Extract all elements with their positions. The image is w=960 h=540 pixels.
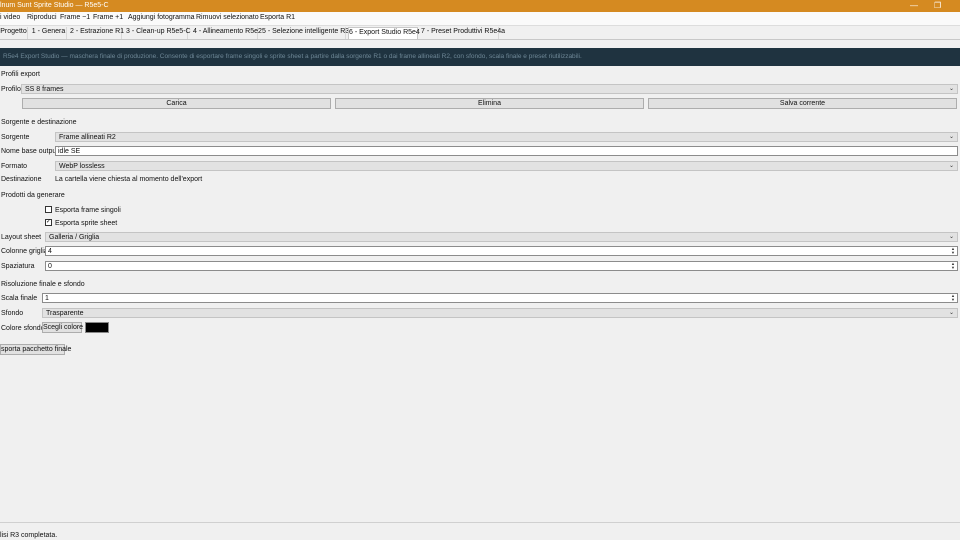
format-label: Formato [1,163,28,170]
choose-color-button[interactable]: Scegli colore [42,322,83,333]
tab-genera[interactable]: 1 - Genera [31,27,67,39]
info-banner: R5e4 Export Studio — maschera finale di … [0,48,960,66]
spin-down-icon[interactable]: ▼ [950,251,956,255]
products-section-title: Prodotti da generare [1,192,65,199]
tab-preset-produttivi[interactable]: 7 - Preset Produttivi R5e4a [421,27,505,39]
format-dropdown[interactable]: WebP lossless ⌄ [55,161,958,171]
single-frames-label[interactable]: Esporta frame singoli [55,207,121,214]
spin-arrows-icon[interactable]: ▲ ▼ [950,247,956,255]
single-frames-checkbox[interactable] [45,206,52,213]
spacing-spinbox[interactable]: 0 ▲ ▼ [45,261,958,271]
export-package-button[interactable]: sporta pacchetto finale [0,344,71,355]
toolbar: i video Riproduci Frame −1 Frame +1 Aggi… [0,12,960,26]
status-text: lisi R3 completata. [0,532,58,539]
chevron-down-icon: ⌄ [948,86,954,92]
basename-input-value: idle SE [58,148,81,155]
scale-spinbox[interactable]: 1 ▲ ▼ [42,293,958,303]
source-section-title: Sorgente e destinazione [1,119,77,126]
layout-dropdown-value: Galleria / Griglia [49,234,100,241]
sprite-sheet-checkbox[interactable]: ✓ [45,219,52,226]
scale-label: Scala finale [1,295,38,302]
toolbar-add-frame-button[interactable]: Aggiungi fotogramma [128,14,195,21]
toolbar-video-button[interactable]: i video [0,14,20,21]
columns-value: 4 [48,248,52,255]
tab-selezione-intelligente[interactable]: 5 - Selezione intelligente R3 [262,27,349,39]
maximize-icon[interactable]: ❐ [934,1,941,10]
load-profile-button[interactable]: Carica [22,98,331,109]
minimize-icon[interactable]: — [910,1,918,10]
profiles-section-title: Profili export [1,71,40,78]
source-dropdown[interactable]: Frame allineati R2 ⌄ [55,132,958,142]
tab-progetto[interactable]: Progetto [0,27,28,39]
tab-allineamento[interactable]: 4 - Allineamento R5e2 [193,27,262,39]
tab-estrazione[interactable]: 2 - Estrazione R1 [70,27,124,39]
toolbar-play-button[interactable]: Riproduci [27,14,57,21]
tab-clean-up[interactable]: 3 - Clean-up R5e5-C [126,27,191,39]
layout-dropdown[interactable]: Galleria / Griglia ⌄ [45,232,958,242]
toolbar-next-frame-button[interactable]: Frame +1 [93,14,123,21]
info-banner-text: R5e4 Export Studio — maschera finale di … [3,53,582,60]
layout-label: Layout sheet [1,234,42,241]
toolbar-export-button[interactable]: Esporta R1 [260,14,295,21]
background-dropdown-value: Trasparente [46,310,84,317]
source-label: Sorgente [1,134,30,141]
tab-export-studio[interactable]: 6 - Export Studio R5e4 [348,27,420,39]
tab-bar: Progetto 1 - Genera 2 - Estrazione R1 3 … [0,26,960,39]
format-dropdown-value: WebP lossless [59,163,105,170]
title-bar: lnum Sunt Sprite Studio — R5e5-C — ❐ [0,0,960,12]
toolbar-prev-frame-button[interactable]: Frame −1 [60,14,90,21]
background-label: Sfondo [1,310,24,317]
bg-color-swatch[interactable] [85,322,109,333]
basename-label: Nome base output [1,148,59,155]
bg-color-label: Colore sfondo [1,325,45,332]
sprite-sheet-label[interactable]: Esporta sprite sheet [55,220,117,227]
background-dropdown[interactable]: Trasparente ⌄ [42,308,958,318]
tab-content [0,39,960,522]
spin-arrows-icon[interactable]: ▲ ▼ [950,262,956,270]
spin-arrows-icon[interactable]: ▲ ▼ [950,294,956,302]
delete-profile-button[interactable]: Elimina [335,98,644,109]
profile-label: Profilo [1,86,21,93]
spin-down-icon[interactable]: ▼ [950,266,956,270]
destination-label: Destinazione [1,176,42,183]
basename-input[interactable]: idle SE [55,146,958,156]
chevron-down-icon: ⌄ [948,134,954,140]
check-icon: ✓ [46,219,52,225]
profile-dropdown-value: SS 8 frames [25,86,64,93]
columns-spinbox[interactable]: 4 ▲ ▼ [45,246,958,256]
spin-down-icon[interactable]: ▼ [950,298,956,302]
destination-value: La cartella viene chiesta al momento del… [55,176,203,183]
source-dropdown-value: Frame allineati R2 [59,134,116,141]
profile-dropdown[interactable]: SS 8 frames ⌄ [21,84,958,94]
status-bar: lisi R3 completata. [0,522,960,540]
window-title: lnum Sunt Sprite Studio — R5e5-C [0,2,109,9]
spacing-value: 0 [48,263,52,270]
resolution-section-title: Risoluzione finale e sfondo [1,281,85,288]
chevron-down-icon: ⌄ [948,310,954,316]
columns-label: Colonne griglia [1,248,48,255]
spacing-label: Spaziatura [1,263,35,270]
scale-value: 1 [45,295,49,302]
toolbar-remove-selected-button[interactable]: Rimuovi selezionato [196,14,259,21]
save-profile-button[interactable]: Salva corrente [648,98,957,109]
chevron-down-icon: ⌄ [948,234,954,240]
chevron-down-icon: ⌄ [948,163,954,169]
